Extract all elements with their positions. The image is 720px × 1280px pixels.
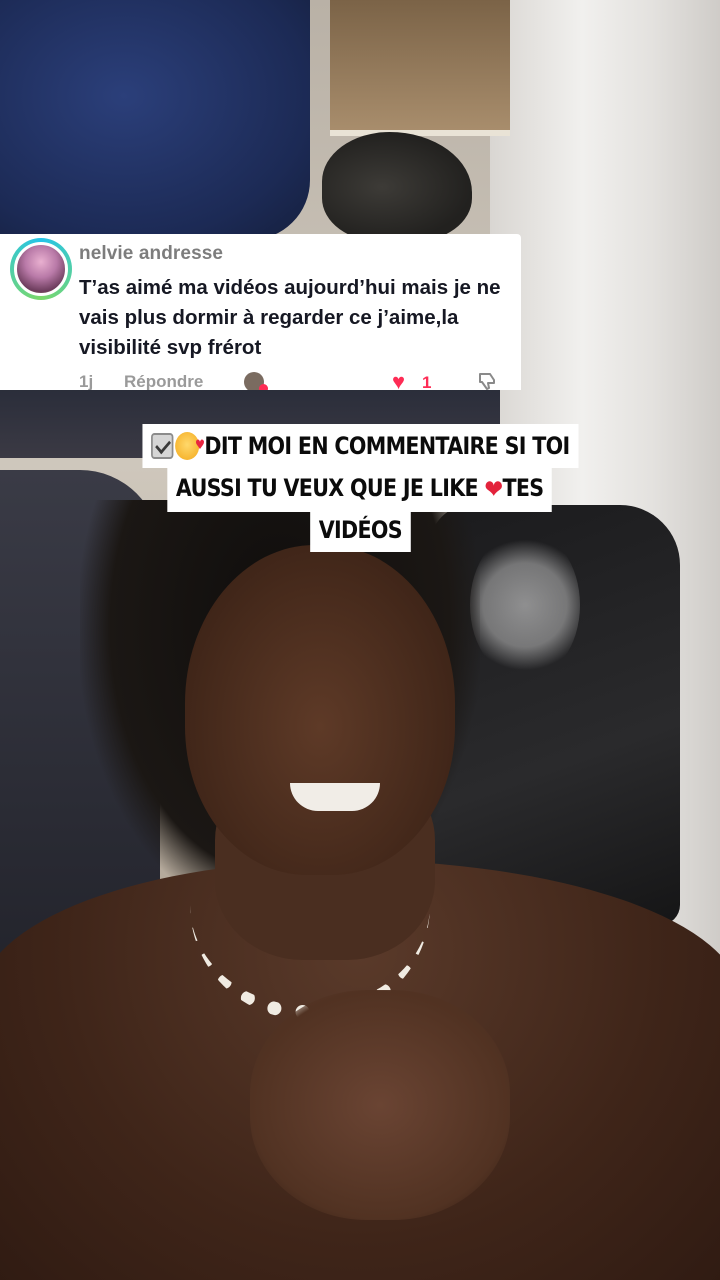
caption-text-1: Dit moi en commentaire si toi [204,432,570,460]
caption-text-2b: tes [502,474,545,502]
reply-comment-card[interactable]: nelvie andresse T’as aimé ma vidéos aujo… [0,234,521,390]
avatar-image [14,242,68,296]
creator-liked-icon [244,372,268,390]
comment-meta-row: 1j Répondre ♥ 1 [79,370,519,391]
caption-text-2a: aussi tu veux que je like [176,474,479,502]
commenter-username[interactable]: nelvie andresse [79,243,223,265]
caption-line-2: aussi tu veux que je like ❤tes [167,466,553,512]
person-smile [290,783,380,811]
caption-line-1: Dit moi en commentaire si toi [142,424,578,468]
caption-text-3: vidéos [318,516,402,544]
wall-frame [330,0,510,136]
person-head [185,545,455,875]
commenter-avatar[interactable] [10,238,72,300]
heart-icon[interactable]: ♥ [392,370,405,391]
video-caption-overlay: Dit moi en commentaire si toi aussi tu v… [0,424,720,552]
comment-text: T’as aimé ma vidéos aujourd’hui mais je … [79,276,501,359]
caption-line-3: vidéos [309,508,411,552]
like-count: 1 [422,373,432,390]
reply-button[interactable]: Répondre [124,372,203,390]
comment-time: 1j [79,372,94,390]
smiling-face-hearts-icon [174,426,204,466]
dislike-icon[interactable] [476,370,500,390]
red-heart-icon: ❤ [484,475,504,505]
check-box-icon [150,433,174,459]
video-frame[interactable] [0,0,720,1280]
jacket-print [470,530,580,680]
person-hand [250,990,510,1220]
hanging-shirt [0,0,310,240]
